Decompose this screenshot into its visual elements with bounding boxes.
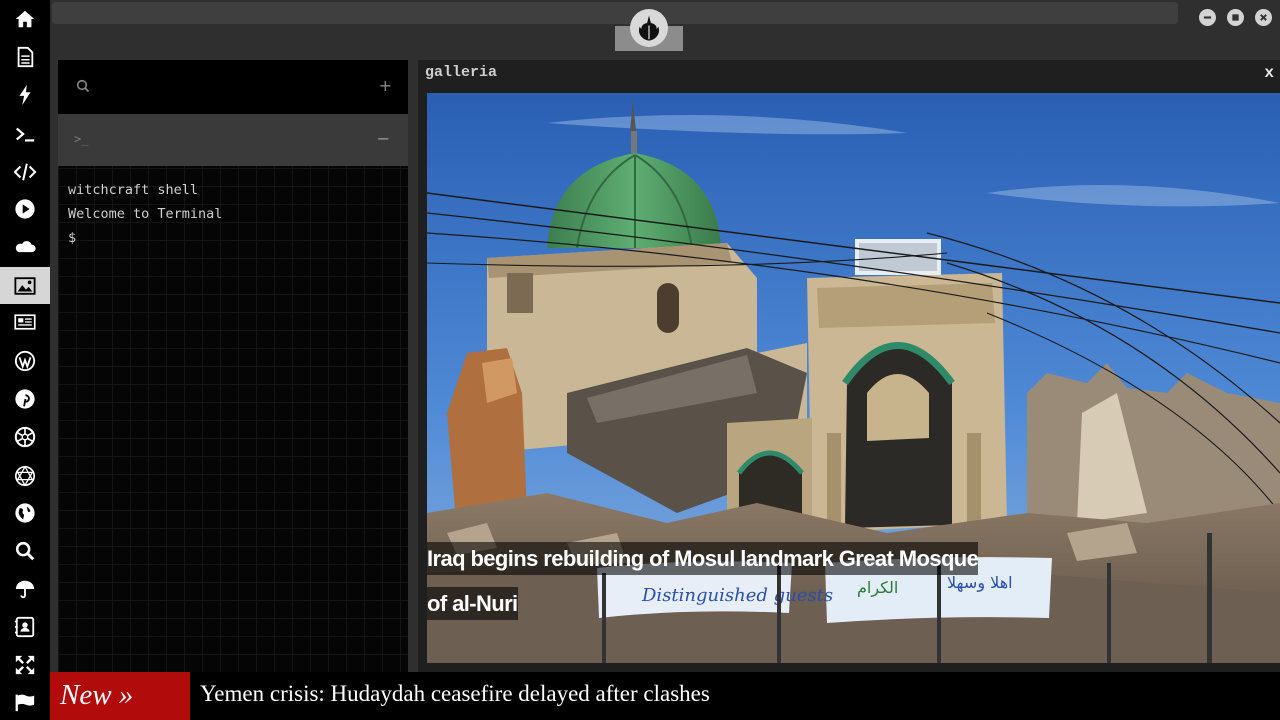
home-icon[interactable]	[0, 1, 50, 37]
contacts-icon[interactable]	[0, 609, 50, 645]
photo-caption: Iraq begins rebuilding of Mosul landmark…	[427, 536, 1037, 626]
galleria-header: galleria x	[418, 60, 1280, 90]
news-ticker: New » Yemen crisis: Hudaydah ceasefire d…	[50, 672, 1280, 720]
aperture-icon[interactable]	[0, 419, 50, 455]
terminal-line: Welcome to Terminal	[68, 206, 223, 222]
ticker-new-label: New »	[50, 672, 190, 720]
close-gallery-button[interactable]: x	[1264, 64, 1274, 82]
terminal-prompt-line: $	[68, 230, 77, 246]
document-icon[interactable]	[0, 39, 50, 75]
desktop: + >_ − witchcraft shell Welcome to Termi…	[0, 0, 1280, 720]
collapse-terminal-button[interactable]: −	[377, 129, 390, 148]
top-search-bar[interactable]	[52, 2, 1178, 24]
rebel-alliance-logo-icon[interactable]	[630, 9, 668, 47]
newspaper-icon[interactable]	[0, 304, 50, 340]
close-window-button[interactable]	[1255, 9, 1272, 26]
network-globe-icon[interactable]	[0, 458, 50, 494]
terminal-panel: + >_ − witchcraft shell Welcome to Termi…	[58, 60, 408, 672]
minimize-button[interactable]	[1199, 9, 1216, 26]
gallery-photo[interactable]: Distinguished guests ﺍﻟﻜﺮﺍﻡ ﺍﻫﻼ ﻭﺳﻬﻼ Ira…	[427, 93, 1280, 663]
terminal-prompt-icon: >_	[74, 132, 89, 146]
terminal-search-bar[interactable]: +	[58, 60, 408, 114]
flag-icon[interactable]	[0, 684, 50, 720]
cloud-icon[interactable]	[0, 229, 50, 265]
search-icon[interactable]	[0, 533, 50, 569]
expand-icon[interactable]	[0, 647, 50, 683]
caption-line-2: of al-Nuri	[427, 587, 518, 620]
wordpress-icon[interactable]	[0, 343, 50, 379]
code-icon[interactable]	[0, 154, 50, 190]
caption-line-1: Iraq begins rebuilding of Mosul landmark…	[427, 542, 979, 575]
ticker-headline[interactable]: Yemen crisis: Hudaydah ceasefire delayed…	[200, 672, 710, 720]
terminal-tab[interactable]: >_ −	[58, 114, 408, 166]
umbrella-icon[interactable]	[0, 571, 50, 607]
play-icon[interactable]	[0, 191, 50, 227]
window-title: galleria	[425, 64, 498, 81]
terminal-icon[interactable]	[0, 116, 50, 152]
image-icon[interactable]	[0, 267, 50, 304]
terminal-line: witchcraft shell	[68, 182, 199, 198]
add-terminal-button[interactable]: +	[379, 76, 392, 95]
pinterest-icon[interactable]	[0, 381, 50, 417]
search-icon	[76, 79, 90, 93]
terminal-output[interactable]: witchcraft shell Welcome to Terminal $	[68, 178, 222, 250]
maximize-button[interactable]	[1227, 9, 1244, 26]
lightning-icon[interactable]	[0, 77, 50, 113]
app-launcher-sidebar	[0, 0, 50, 720]
globe-icon[interactable]	[0, 495, 50, 531]
galleria-window: galleria x Distinguished guests ﺍﻟﻜﺮﺍﻡ ﺍ…	[418, 60, 1280, 672]
